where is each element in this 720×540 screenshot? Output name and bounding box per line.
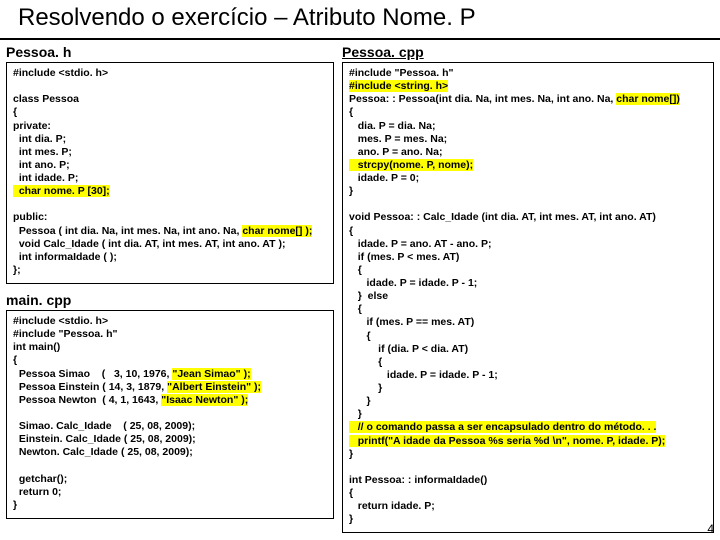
content-area: Pessoa. h #include <stdio. h> class Pess… [0, 40, 720, 539]
code-pessoa-cpp: #include "Pessoa. h" #include <string. h… [342, 62, 714, 533]
label-main-cpp: main. cpp [6, 290, 334, 310]
label-pessoa-h: Pessoa. h [6, 42, 334, 62]
slide-title: Resolvendo o exercício – Atributo Nome. … [0, 0, 720, 40]
left-column: Pessoa. h #include <stdio. h> class Pess… [0, 40, 340, 539]
code-pessoa-h: #include <stdio. h> class Pessoa { priva… [6, 62, 334, 284]
page-number: 4 [707, 522, 714, 536]
right-column: Pessoa. cpp #include "Pessoa. h" #includ… [340, 40, 720, 539]
label-pessoa-cpp: Pessoa. cpp [342, 42, 714, 62]
code-main-cpp: #include <stdio. h> #include "Pessoa. h"… [6, 310, 334, 519]
